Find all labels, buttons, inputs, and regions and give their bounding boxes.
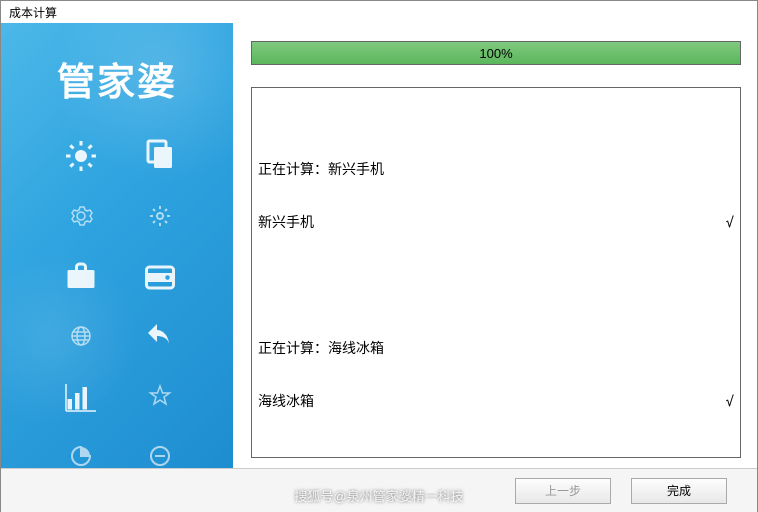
window-title: 成本计算 [1, 1, 757, 23]
log-prefix: 正在计算： [258, 341, 328, 357]
app-logo: 管家婆 [1, 23, 233, 126]
log-item-result: 新兴手机 [258, 215, 714, 233]
log-output[interactable]: 正在计算：新兴手机 新兴手机√ 正在计算：海线冰箱 海线冰箱√ 成本计算完成。 … [251, 87, 741, 458]
check-mark-icon: √ [714, 394, 734, 412]
gear-icon [61, 196, 101, 236]
check-mark-icon: √ [714, 215, 734, 233]
bar-chart-icon [61, 376, 101, 416]
log-item-name: 新兴手机 [328, 162, 384, 178]
finish-button[interactable]: 完成 [631, 478, 727, 504]
prev-button: 上一步 [515, 478, 611, 504]
footer-bar: 上一步 完成 [1, 468, 757, 512]
log-item-name: 海线冰箱 [328, 341, 384, 357]
pie-chart-icon [61, 436, 101, 468]
sidebar-icon-grid [1, 126, 233, 468]
sidebar: 管家婆 [1, 23, 233, 468]
undo-icon [140, 316, 180, 356]
progress-bar: 100% [251, 41, 741, 65]
copy-icon [140, 136, 180, 176]
progress-text: 100% [252, 42, 740, 64]
briefcase-icon [61, 256, 101, 296]
globe-icon [61, 316, 101, 356]
log-item-result: 海线冰箱 [258, 394, 714, 412]
main-panel: 100% 正在计算：新兴手机 新兴手机√ 正在计算：海线冰箱 海线冰箱√ 成本计… [233, 23, 757, 468]
content-area: 管家婆 100% 正在计算：新兴手机 新兴手机√ 正 [1, 23, 757, 468]
star-icon [140, 376, 180, 416]
wallet-icon [140, 256, 180, 296]
minus-circle-icon [140, 436, 180, 468]
gear-small-icon [140, 196, 180, 236]
log-prefix: 正在计算： [258, 162, 328, 178]
sun-icon [61, 136, 101, 176]
